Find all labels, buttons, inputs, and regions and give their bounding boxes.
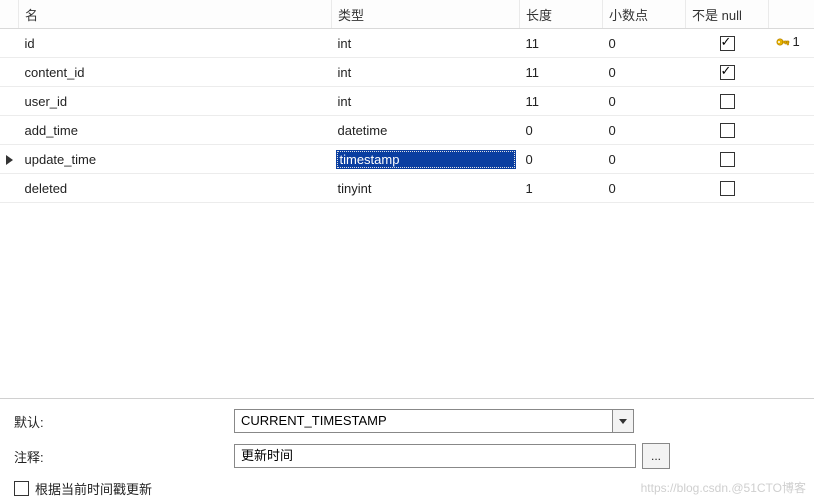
notnull-checkbox[interactable] [720, 123, 735, 138]
on-update-checkbox[interactable] [14, 481, 29, 496]
field-properties-panel: 默认: 注释: ... 根据当前时间戳更新 [0, 399, 814, 500]
cell-length[interactable]: 0 [520, 116, 603, 145]
default-dropdown-button[interactable] [612, 409, 634, 433]
cell-type[interactable]: int [332, 29, 520, 58]
cell-type[interactable]: timestamp [332, 145, 520, 174]
cell-type[interactable]: int [332, 87, 520, 116]
notnull-checkbox[interactable] [720, 65, 735, 80]
fields-table[interactable]: 名 类型 长度 小数点 不是 null idint1101content_idi… [0, 0, 814, 203]
on-update-label: 根据当前时间戳更新 [35, 479, 152, 498]
ellipsis-icon: ... [651, 449, 661, 463]
cell-length[interactable]: 1 [520, 174, 603, 203]
cell-notnull[interactable] [686, 145, 769, 174]
notnull-checkbox[interactable] [720, 152, 735, 167]
cell-length[interactable]: 11 [520, 29, 603, 58]
cell-type-editing[interactable]: timestamp [336, 150, 516, 169]
cell-notnull[interactable] [686, 87, 769, 116]
default-value-combo[interactable] [234, 409, 634, 433]
cell-name[interactable]: add_time [19, 116, 332, 145]
primary-key-icon: 1 [775, 34, 800, 50]
cell-decimals[interactable]: 0 [603, 87, 686, 116]
cell-name[interactable]: update_time [19, 145, 332, 174]
comment-input[interactable] [234, 444, 636, 468]
cell-key[interactable] [769, 116, 814, 145]
cell-key[interactable] [769, 174, 814, 203]
cell-notnull[interactable] [686, 58, 769, 87]
comment-browse-button[interactable]: ... [642, 443, 670, 469]
cell-name[interactable]: user_id [19, 87, 332, 116]
cell-decimals[interactable]: 0 [603, 174, 686, 203]
notnull-checkbox[interactable] [720, 94, 735, 109]
default-value-input[interactable] [234, 409, 612, 433]
table-row[interactable]: content_idint110 [0, 58, 814, 87]
notnull-checkbox[interactable] [720, 36, 735, 51]
table-row[interactable]: idint110 1 [0, 29, 814, 58]
cell-key[interactable] [769, 58, 814, 87]
cell-name[interactable]: id [19, 29, 332, 58]
cell-length[interactable]: 11 [520, 87, 603, 116]
cell-notnull[interactable] [686, 116, 769, 145]
cell-name[interactable]: deleted [19, 174, 332, 203]
chevron-down-icon [619, 419, 627, 424]
cell-decimals[interactable]: 0 [603, 29, 686, 58]
cell-length[interactable]: 0 [520, 145, 603, 174]
default-label: 默认: [14, 412, 234, 431]
cell-length[interactable]: 11 [520, 58, 603, 87]
table-row[interactable]: deletedtinyint10 [0, 174, 814, 203]
cell-key[interactable]: 1 [769, 29, 814, 58]
table-row[interactable]: user_idint110 [0, 87, 814, 116]
header-row: 名 类型 长度 小数点 不是 null [0, 0, 814, 29]
header-name[interactable]: 名 [19, 0, 332, 29]
header-decimals[interactable]: 小数点 [603, 0, 686, 29]
table-row[interactable]: add_timedatetime00 [0, 116, 814, 145]
row-indicator-icon [6, 155, 13, 165]
table-row[interactable]: update_timetimestamp00 [0, 145, 814, 174]
cell-notnull[interactable] [686, 29, 769, 58]
cell-type[interactable]: datetime [332, 116, 520, 145]
cell-decimals[interactable]: 0 [603, 145, 686, 174]
header-type[interactable]: 类型 [332, 0, 520, 29]
cell-key[interactable] [769, 145, 814, 174]
table-empty-area [0, 203, 814, 399]
notnull-checkbox[interactable] [720, 181, 735, 196]
cell-name[interactable]: content_id [19, 58, 332, 87]
cell-decimals[interactable]: 0 [603, 58, 686, 87]
cell-key[interactable] [769, 87, 814, 116]
cell-type[interactable]: tinyint [332, 174, 520, 203]
header-length[interactable]: 长度 [520, 0, 603, 29]
primary-key-index: 1 [793, 34, 800, 49]
cell-decimals[interactable]: 0 [603, 116, 686, 145]
header-notnull[interactable]: 不是 null [686, 0, 769, 29]
cell-notnull[interactable] [686, 174, 769, 203]
cell-type[interactable]: int [332, 58, 520, 87]
comment-label: 注释: [14, 447, 234, 466]
